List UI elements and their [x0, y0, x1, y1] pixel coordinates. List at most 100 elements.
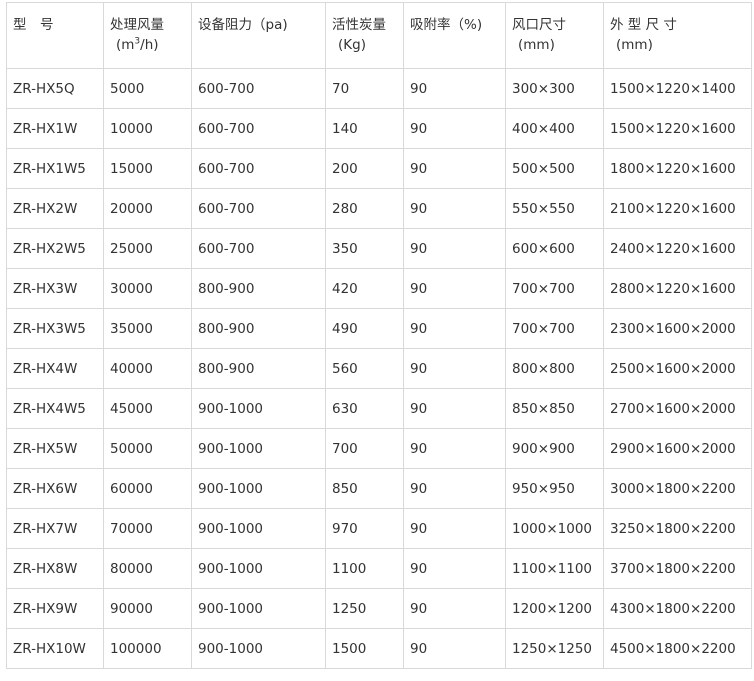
- cell-airflow: 5000: [103, 68, 192, 109]
- cell-dimensions: 3000×1800×2200: [603, 468, 752, 509]
- cell-resistance: 800-900: [191, 308, 326, 349]
- cell-carbon: 850: [325, 468, 404, 509]
- cell-dimensions: 2100×1220×1600: [603, 188, 752, 229]
- cell-resistance: 900-1000: [191, 628, 326, 669]
- cell-resistance: 800-900: [191, 348, 326, 389]
- cell-model: ZR-HX9W: [6, 588, 104, 629]
- cell-airflow: 35000: [103, 308, 192, 349]
- cell-adsorption: 90: [403, 148, 506, 189]
- cell-vent-size: 1200×1200: [505, 588, 604, 629]
- cell-model: ZR-HX8W: [6, 548, 104, 589]
- table-row: ZR-HX5W 50000 900-1000 700 90 900×900 2900×160…: [6, 428, 752, 469]
- cell-adsorption: 90: [403, 428, 506, 469]
- cell-vent-size: 700×700: [505, 308, 604, 349]
- cell-resistance: 900-1000: [191, 508, 326, 549]
- cell-dimensions: 2500×1600×2000: [603, 348, 752, 389]
- cell-vent-size: 400×400: [505, 108, 604, 149]
- cell-resistance: 600-700: [191, 148, 326, 189]
- cell-vent-size: 1250×1250: [505, 628, 604, 669]
- cell-resistance: 900-1000: [191, 388, 326, 429]
- cell-model: ZR-HX4W5: [6, 388, 104, 429]
- table-row: ZR-HX4W 40000 800-900 560 90 800×800 2500×1600…: [6, 348, 752, 389]
- cell-model: ZR-HX4W: [6, 348, 104, 389]
- cell-vent-size: 300×300: [505, 68, 604, 109]
- cell-dimensions: 1500×1220×1400: [603, 68, 752, 109]
- spec-table-body: ZR-HX5Q 5000 600-700 70 90 300×300 1500×1220×1…: [6, 68, 752, 669]
- cell-carbon: 200: [325, 148, 404, 189]
- cell-vent-size: 550×550: [505, 188, 604, 229]
- cell-model: ZR-HX5Q: [6, 68, 104, 109]
- cell-model: ZR-HX2W5: [6, 228, 104, 269]
- cell-adsorption: 90: [403, 508, 506, 549]
- cell-carbon: 1500: [325, 628, 404, 669]
- cell-airflow: 100000: [103, 628, 192, 669]
- cell-model: ZR-HX2W: [6, 188, 104, 229]
- cell-dimensions: 2900×1600×2000: [603, 428, 752, 469]
- cell-dimensions: 4300×1800×2200: [603, 588, 752, 629]
- cell-model: ZR-HX10W: [6, 628, 104, 669]
- header-airflow-unit: (m3/h): [116, 36, 159, 53]
- cell-airflow: 40000: [103, 348, 192, 389]
- cell-vent-size: 800×800: [505, 348, 604, 389]
- table-row: ZR-HX10W 100000 900-1000 1500 90 1250×1250 450…: [6, 628, 752, 669]
- cell-airflow: 60000: [103, 468, 192, 509]
- cell-airflow: 20000: [103, 188, 192, 229]
- cell-airflow: 90000: [103, 588, 192, 629]
- cell-carbon: 970: [325, 508, 404, 549]
- cell-adsorption: 90: [403, 388, 506, 429]
- header-row: 型 号 处理风量 (m3/h) 设备阻力（pa) 活性炭量 (Kg) 吸附率（%…: [6, 2, 752, 69]
- header-dimensions: 外 型 尺 寸 (mm): [603, 2, 752, 69]
- cell-carbon: 1250: [325, 588, 404, 629]
- cell-adsorption: 90: [403, 68, 506, 109]
- cell-carbon: 700: [325, 428, 404, 469]
- cell-adsorption: 90: [403, 268, 506, 309]
- cell-airflow: 45000: [103, 388, 192, 429]
- cell-dimensions: 1800×1220×1600: [603, 148, 752, 189]
- cell-dimensions: 3700×1800×2200: [603, 548, 752, 589]
- cell-carbon: 630: [325, 388, 404, 429]
- cell-resistance: 900-1000: [191, 468, 326, 509]
- cell-airflow: 25000: [103, 228, 192, 269]
- cell-airflow: 10000: [103, 108, 192, 149]
- cell-vent-size: 600×600: [505, 228, 604, 269]
- header-adsorption: 吸附率（%): [403, 2, 506, 69]
- cell-adsorption: 90: [403, 228, 506, 269]
- cell-resistance: 900-1000: [191, 428, 326, 469]
- cell-dimensions: 2400×1220×1600: [603, 228, 752, 269]
- cell-model: ZR-HX7W: [6, 508, 104, 549]
- header-model: 型 号: [6, 2, 104, 69]
- cell-model: ZR-HX3W5: [6, 308, 104, 349]
- cell-dimensions: 1500×1220×1600: [603, 108, 752, 149]
- cell-resistance: 600-700: [191, 188, 326, 229]
- cell-vent-size: 700×700: [505, 268, 604, 309]
- cell-carbon: 490: [325, 308, 404, 349]
- cell-dimensions: 4500×1800×2200: [603, 628, 752, 669]
- cell-carbon: 280: [325, 188, 404, 229]
- cell-adsorption: 90: [403, 308, 506, 349]
- cell-resistance: 600-700: [191, 228, 326, 269]
- cell-vent-size: 1000×1000: [505, 508, 604, 549]
- cell-model: ZR-HX5W: [6, 428, 104, 469]
- cell-adsorption: 90: [403, 348, 506, 389]
- cell-adsorption: 90: [403, 188, 506, 229]
- header-carbon: 活性炭量 (Kg): [325, 2, 404, 69]
- table-row: ZR-HX2W5 25000 600-700 350 90 600×600 2400×122…: [6, 228, 752, 269]
- cell-resistance: 600-700: [191, 108, 326, 149]
- cell-dimensions: 3250×1800×2200: [603, 508, 752, 549]
- cell-vent-size: 950×950: [505, 468, 604, 509]
- cell-vent-size: 1100×1100: [505, 548, 604, 589]
- table-row: ZR-HX7W 70000 900-1000 970 90 1000×1000 3250×1…: [6, 508, 752, 549]
- cell-model: ZR-HX6W: [6, 468, 104, 509]
- cell-adsorption: 90: [403, 468, 506, 509]
- table-row: ZR-HX1W 10000 600-700 140 90 400×400 1500×1220…: [6, 108, 752, 149]
- cell-carbon: 140: [325, 108, 404, 149]
- cell-dimensions: 2700×1600×2000: [603, 388, 752, 429]
- cell-adsorption: 90: [403, 628, 506, 669]
- cell-airflow: 30000: [103, 268, 192, 309]
- cell-model: ZR-HX1W5: [6, 148, 104, 189]
- cell-model: ZR-HX1W: [6, 108, 104, 149]
- table-row: ZR-HX1W5 15000 600-700 200 90 500×500 1800×122…: [6, 148, 752, 189]
- table-row: ZR-HX4W5 45000 900-1000 630 90 850×850 2700×16…: [6, 388, 752, 429]
- table-row: ZR-HX5Q 5000 600-700 70 90 300×300 1500×1220×1…: [6, 68, 752, 109]
- cell-dimensions: 2300×1600×2000: [603, 308, 752, 349]
